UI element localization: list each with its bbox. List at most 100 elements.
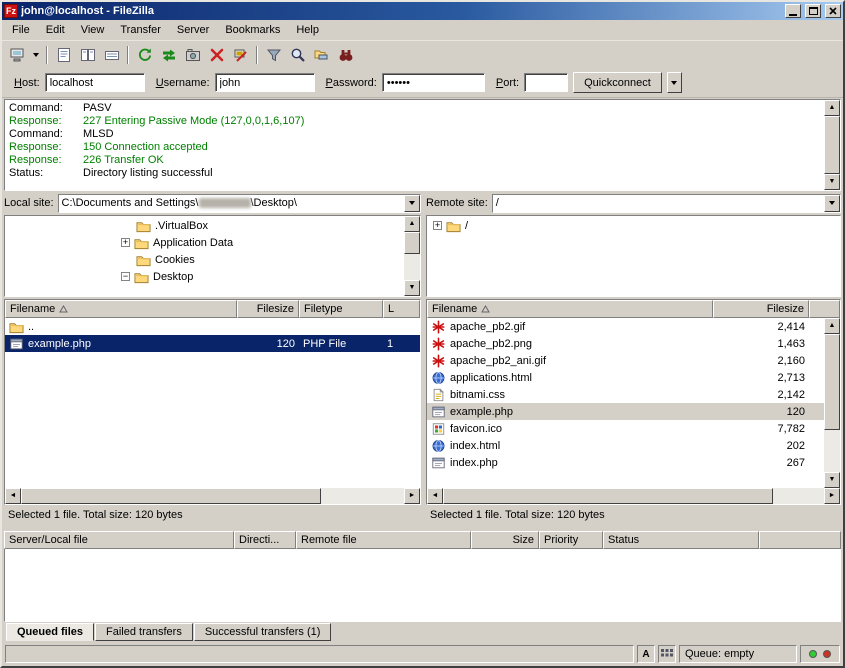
column-header-filename[interactable]: Filename [5, 300, 237, 318]
file-row[interactable]: apache_pb2.png1,463 [427, 335, 824, 352]
file-row[interactable]: index.php267 [427, 454, 824, 471]
toggle-transfer-queue-button[interactable] [100, 44, 123, 66]
column-header-priority[interactable]: Priority [539, 531, 603, 549]
menu-item-transfer[interactable]: Transfer [112, 21, 169, 39]
tab-successful-transfers[interactable]: Successful transfers (1) [194, 623, 332, 641]
scroll-down-button[interactable]: ▼ [824, 472, 840, 488]
tree-node[interactable]: Application Data [5, 234, 404, 251]
refresh-button[interactable] [133, 44, 156, 66]
scroll-right-button[interactable]: ► [824, 488, 840, 504]
tree-expander-minus[interactable] [121, 272, 130, 281]
menu-item-edit[interactable]: Edit [38, 21, 73, 39]
menu-item-file[interactable]: File [4, 21, 38, 39]
menu-item-help[interactable]: Help [288, 21, 327, 39]
filter-button[interactable] [262, 44, 285, 66]
tree-expander-plus[interactable] [433, 221, 442, 230]
port-input[interactable] [524, 73, 568, 92]
menu-item-view[interactable]: View [73, 21, 113, 39]
scroll-thumb[interactable] [404, 232, 420, 254]
site-manager-dropdown-button[interactable] [29, 44, 42, 66]
scroll-track[interactable] [404, 254, 420, 280]
password-input[interactable] [382, 73, 485, 92]
toggle-message-log-button[interactable] [52, 44, 75, 66]
column-header-status[interactable]: Status [603, 531, 759, 549]
column-header-size[interactable]: Size [471, 531, 539, 549]
scroll-track[interactable] [773, 488, 824, 504]
scroll-left-button[interactable]: ◄ [5, 488, 21, 504]
quickconnect-dropdown-button[interactable] [667, 72, 682, 93]
site-manager-button[interactable] [5, 44, 28, 66]
file-row-selected[interactable]: example.php120 [427, 403, 824, 420]
file-row[interactable]: favicon.ico7,782 [427, 420, 824, 437]
disconnect-button[interactable] [229, 44, 252, 66]
updir-folder-icon [9, 320, 24, 334]
cancel-button[interactable] [205, 44, 228, 66]
sync-browsing-button[interactable] [310, 44, 333, 66]
file-row[interactable]: apache_pb2.gif2,414 [427, 318, 824, 335]
speed-limit-icon[interactable] [658, 645, 676, 663]
scroll-thumb[interactable] [824, 116, 840, 174]
close-button[interactable] [825, 4, 841, 18]
tree-expander-plus[interactable] [121, 238, 130, 247]
toggle-directory-trees-button[interactable] [76, 44, 99, 66]
scroll-track[interactable] [321, 488, 404, 504]
scroll-down-button[interactable]: ▼ [824, 174, 840, 190]
scroll-up-button[interactable]: ▲ [404, 216, 420, 232]
directory-trees-icon [80, 47, 96, 63]
maximize-button[interactable] [805, 4, 821, 18]
file-row[interactable]: apache_pb2_ani.gif2,160 [427, 352, 824, 369]
minimize-button[interactable] [785, 4, 801, 18]
local-tree-scrollbar[interactable]: ▲ ▼ [404, 216, 420, 296]
host-input[interactable] [45, 73, 145, 92]
tree-node[interactable]: Desktop [5, 268, 404, 285]
local-site-dropdown-button[interactable] [404, 195, 420, 212]
tab-failed-transfers[interactable]: Failed transfers [95, 623, 193, 641]
php-file-icon [9, 337, 24, 351]
remote-site-combobox[interactable]: / [492, 194, 841, 213]
transfer-type-icon[interactable]: A [637, 645, 655, 663]
local-list-hscrollbar[interactable]: ◄ ► [5, 488, 420, 504]
search-button[interactable] [334, 44, 357, 66]
file-row[interactable]: bitnami.css2,142 [427, 386, 824, 403]
sync-browsing-icon [314, 47, 330, 63]
scroll-up-button[interactable]: ▲ [824, 318, 840, 334]
scroll-left-button[interactable]: ◄ [427, 488, 443, 504]
column-header-lastmodified[interactable]: L [383, 300, 420, 318]
titlebar[interactable]: Fz john@localhost - FileZilla [2, 2, 843, 20]
column-header-filetype[interactable]: Filetype [299, 300, 383, 318]
file-row-updir[interactable]: .. [5, 318, 420, 335]
username-input[interactable] [215, 73, 315, 92]
local-site-combobox[interactable]: C:\Documents and Settings\\Desktop\ [58, 194, 421, 213]
menu-item-server[interactable]: Server [169, 21, 217, 39]
file-row[interactable]: applications.html2,713 [427, 369, 824, 386]
scroll-up-button[interactable]: ▲ [824, 100, 840, 116]
tab-queued-files[interactable]: Queued files [6, 623, 94, 641]
synchronize-button[interactable] [157, 44, 180, 66]
column-header-filename[interactable]: Filename [427, 300, 713, 318]
log-scrollbar[interactable]: ▲ ▼ [824, 100, 840, 190]
tree-node[interactable]: / [427, 217, 840, 234]
compare-button[interactable] [286, 44, 309, 66]
preview-button[interactable] [181, 44, 204, 66]
scroll-thumb[interactable] [443, 488, 773, 504]
remote-site-dropdown-button[interactable] [824, 195, 840, 212]
file-row[interactable]: index.html202 [427, 437, 824, 454]
remote-list-vscrollbar[interactable]: ▲ ▼ [824, 318, 840, 488]
column-header-server-local-file[interactable]: Server/Local file [4, 531, 234, 549]
scroll-down-button[interactable]: ▼ [404, 280, 420, 296]
tree-node[interactable]: Cookies [5, 251, 404, 268]
column-header-remote-file[interactable]: Remote file [296, 531, 471, 549]
column-header-filesize[interactable]: Filesize [713, 300, 809, 318]
column-header-direction[interactable]: Directi... [234, 531, 296, 549]
column-header-filesize[interactable]: Filesize [237, 300, 299, 318]
remote-list-hscrollbar[interactable]: ◄ ► [427, 488, 840, 504]
quickconnect-button[interactable]: Quickconnect [573, 72, 662, 93]
log-line: Response:227 Entering Passive Mode (127,… [9, 115, 820, 128]
scroll-right-button[interactable]: ► [404, 488, 420, 504]
scroll-track[interactable] [824, 430, 840, 472]
file-row-selected[interactable]: example.php 120 PHP File 1 [5, 335, 420, 352]
tree-node[interactable]: .VirtualBox [5, 217, 404, 234]
scroll-thumb[interactable] [824, 334, 840, 430]
menu-item-bookmarks[interactable]: Bookmarks [217, 21, 288, 39]
scroll-thumb[interactable] [21, 488, 321, 504]
